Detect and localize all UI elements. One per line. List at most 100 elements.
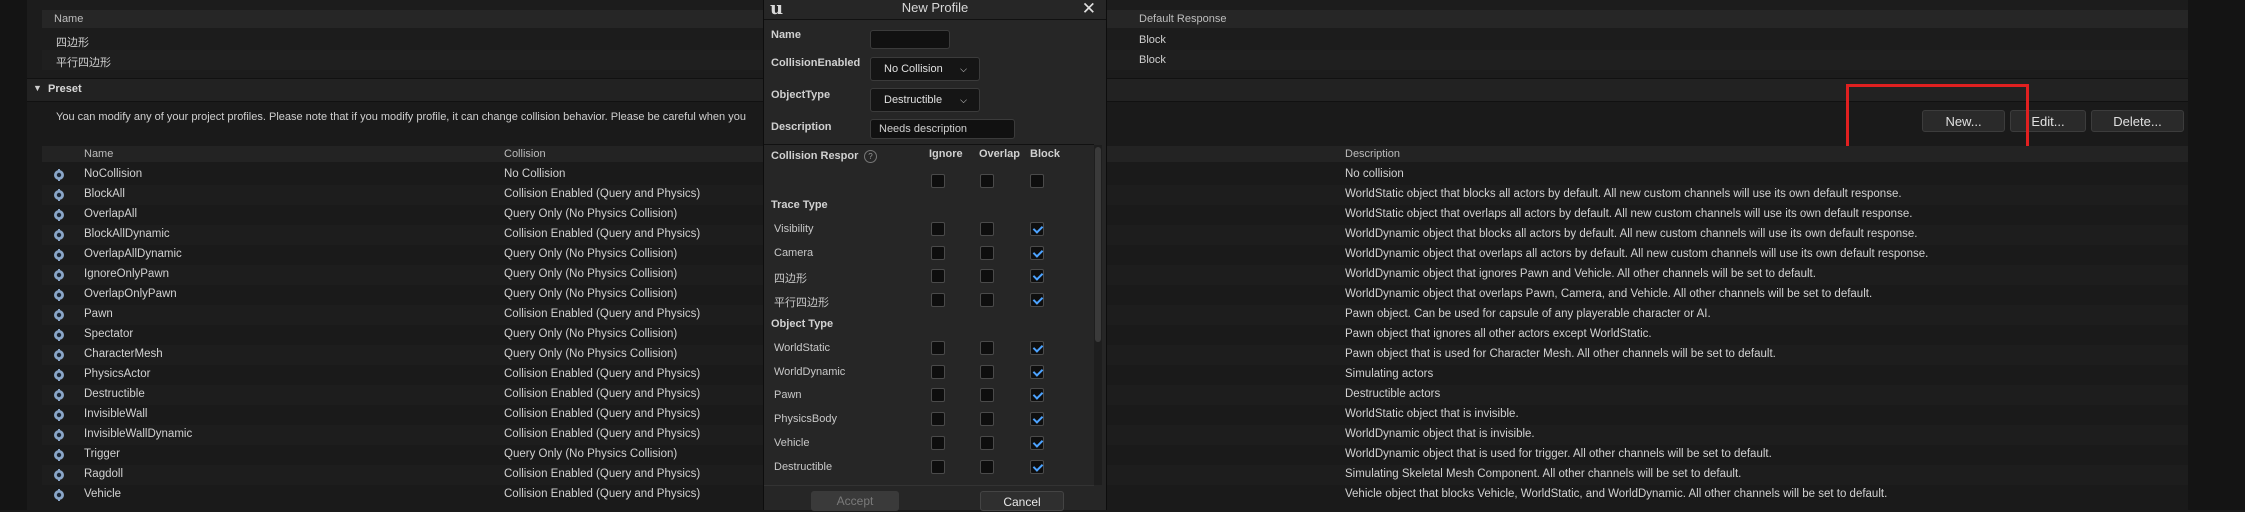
ignore-column-header: Ignore (929, 148, 963, 160)
profile-row[interactable]: OverlapOnlyPawn Query Only (No Physics Co… (42, 285, 2188, 305)
profile-description: WorldStatic object that is invisible. (1345, 408, 1519, 420)
profile-collision: Collision Enabled (Query and Physics) (504, 228, 701, 240)
profile-description: WorldDynamic object that blocks all acto… (1345, 228, 1918, 240)
ignore-checkbox[interactable] (931, 341, 945, 355)
profile-name: Spectator (84, 328, 134, 340)
ignore-checkbox[interactable] (931, 412, 945, 427)
column-description-header: Description (1345, 148, 1401, 160)
block-checkbox[interactable] (1030, 222, 1044, 236)
profile-row[interactable]: Pawn Collision Enabled (Query and Physics… (42, 305, 2188, 325)
scrollbar-thumb[interactable] (1095, 147, 1101, 342)
overlap-checkbox[interactable] (980, 222, 994, 236)
dialog-title: New Profile (901, 0, 969, 15)
channel-label: Visibility (774, 223, 814, 235)
block-checkbox[interactable] (1030, 459, 1044, 474)
column-default-response-header: Default Response (1139, 13, 1227, 25)
block-checkbox[interactable] (1030, 245, 1044, 260)
column-collision-header: Collision (504, 148, 546, 160)
profile-collision: Query Only (No Physics Collision) (504, 208, 678, 220)
collision-responses-label: Collision Respor (771, 150, 859, 162)
profile-row[interactable]: Trigger Query Only (No Physics Collision)… (42, 445, 2188, 465)
collision-profile-icon (54, 309, 64, 321)
collision-profile-icon (54, 489, 64, 501)
profile-description: Simulating Skeletal Mesh Component. All … (1345, 468, 1742, 480)
profile-row[interactable]: Vehicle Collision Enabled (Query and Phys… (42, 485, 2188, 505)
collision-enabled-dropdown[interactable]: No Collision ⌵ (870, 57, 980, 81)
profile-row[interactable]: Spectator Query Only (No Physics Collisio… (42, 325, 2188, 345)
accept-button[interactable]: Accept (811, 491, 899, 511)
all-ignore-checkbox[interactable] (931, 174, 945, 188)
overlap-checkbox[interactable] (980, 435, 994, 450)
overlap-checkbox[interactable] (980, 364, 994, 379)
ignore-checkbox[interactable] (931, 245, 945, 260)
profile-name: InvisibleWallDynamic (84, 428, 193, 440)
profile-collision: Query Only (No Physics Collision) (504, 248, 678, 260)
overlap-checkbox[interactable] (980, 388, 994, 403)
ignore-checkbox[interactable] (931, 388, 945, 403)
profile-name: IgnoreOnlyPawn (84, 268, 170, 280)
profile-row[interactable]: PhysicsActor Collision Enabled (Query and… (42, 365, 2188, 385)
block-checkbox[interactable] (1030, 388, 1044, 403)
help-icon[interactable]: ? (864, 150, 877, 163)
ignore-checkbox[interactable] (931, 222, 945, 236)
ignore-checkbox[interactable] (931, 364, 945, 379)
collision-profile-icon (54, 469, 64, 481)
channel-label: Pawn (774, 389, 802, 402)
overlap-checkbox[interactable] (980, 269, 994, 284)
collision-profile-icon (54, 269, 64, 281)
block-checkbox[interactable] (1030, 341, 1044, 355)
ignore-checkbox[interactable] (931, 435, 945, 450)
channels-table-row[interactable]: 四边形 Block (42, 30, 2188, 50)
delete-profile-button[interactable]: Delete... (2091, 110, 2184, 132)
profile-row[interactable]: BlockAll Collision Enabled (Query and Phy… (42, 185, 2188, 205)
profile-collision: Collision Enabled (Query and Physics) (504, 188, 701, 200)
cancel-button[interactable]: Cancel (980, 491, 1064, 511)
channel-label: Camera (774, 246, 814, 259)
overlap-checkbox[interactable] (980, 459, 994, 474)
collision-profile-icon (54, 449, 64, 461)
profile-row[interactable]: BlockAllDynamic Collision Enabled (Query … (42, 225, 2188, 245)
block-checkbox[interactable] (1030, 412, 1044, 427)
profile-row[interactable]: Ragdoll Collision Enabled (Query and Phys… (42, 465, 2188, 485)
block-checkbox[interactable] (1030, 364, 1044, 379)
object-type-dropdown[interactable]: Destructible ⌵ (870, 88, 980, 112)
profile-description: WorldDynamic object that ignores Pawn an… (1345, 268, 1816, 280)
block-checkbox[interactable] (1030, 269, 1044, 284)
overlap-checkbox[interactable] (980, 293, 994, 308)
ignore-checkbox[interactable] (931, 269, 945, 284)
collapse-arrow-icon[interactable]: ▼ (33, 83, 42, 93)
block-checkbox[interactable] (1030, 293, 1044, 308)
overlap-checkbox[interactable] (980, 245, 994, 260)
collision-profile-icon (54, 229, 64, 241)
profile-row[interactable]: Destructible Collision Enabled (Query and… (42, 385, 2188, 405)
profile-name: BlockAll (84, 188, 125, 200)
profile-row[interactable]: OverlapAllDynamic Query Only (No Physics … (42, 245, 2188, 265)
profile-row[interactable]: NoCollision No Collision No collision (42, 165, 2188, 185)
profile-row[interactable]: CharacterMesh Query Only (No Physics Coll… (42, 345, 2188, 365)
profile-row[interactable]: OverlapAll Query Only (No Physics Collisi… (42, 205, 2188, 225)
profile-row[interactable]: IgnoreOnlyPawn Query Only (No Physics Col… (42, 265, 2188, 285)
block-checkbox[interactable] (1030, 435, 1044, 450)
ignore-checkbox[interactable] (931, 459, 945, 474)
description-field[interactable]: Needs description (870, 119, 1015, 139)
ignore-checkbox[interactable] (931, 293, 945, 308)
profile-row[interactable]: InvisibleWallDynamic Collision Enabled (Q… (42, 425, 2188, 445)
overlap-checkbox[interactable] (980, 341, 994, 355)
profile-collision: Collision Enabled (Query and Physics) (504, 388, 701, 400)
all-block-checkbox[interactable] (1030, 174, 1044, 188)
channels-table-row[interactable]: 平行四边形 Block (42, 50, 2188, 70)
column-name-header: Name (84, 148, 114, 160)
channel-label: WorldStatic (774, 342, 831, 354)
channel-label: Vehicle (774, 436, 810, 449)
profile-collision: Query Only (No Physics Collision) (504, 448, 678, 460)
overlap-checkbox[interactable] (980, 412, 994, 427)
column-name-header: Name (54, 13, 84, 25)
profile-name: Ragdoll (84, 468, 123, 480)
profile-row[interactable]: InvisibleWall Collision Enabled (Query an… (42, 405, 2188, 425)
all-overlap-checkbox[interactable] (980, 174, 994, 188)
profile-description: Destructible actors (1345, 388, 1441, 400)
close-icon[interactable]: ✕ (1082, 0, 1096, 19)
name-field[interactable] (870, 30, 950, 49)
channel-label: WorldDynamic (774, 365, 846, 378)
profile-name: Trigger (84, 448, 120, 460)
